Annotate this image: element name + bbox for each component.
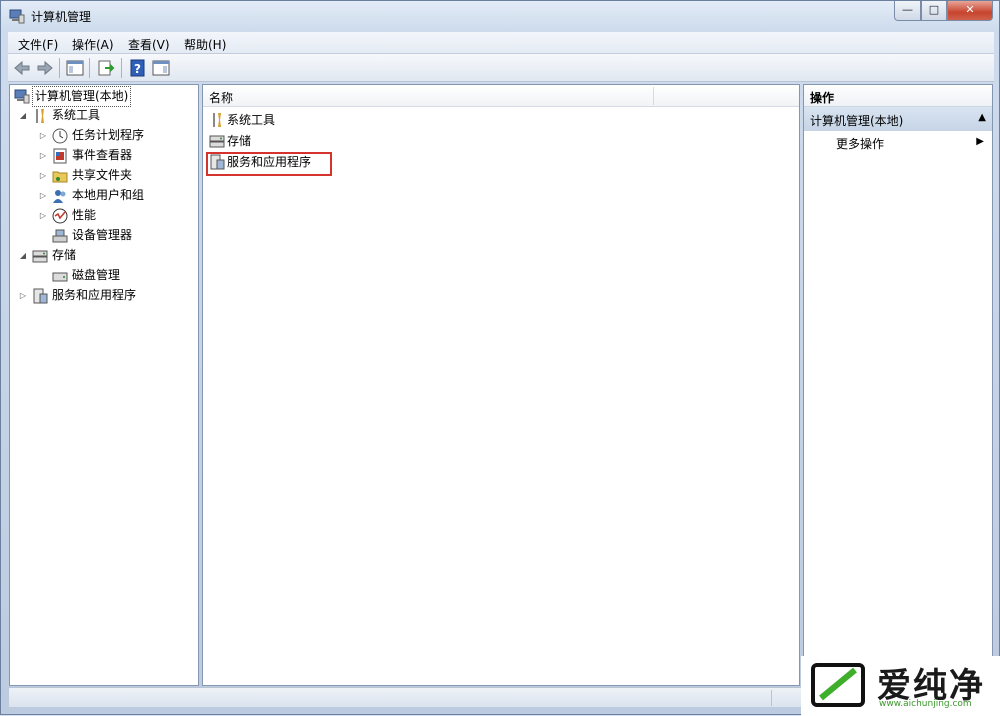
tree-node-task-scheduler[interactable]: ▷ 任务计划程序 bbox=[38, 126, 198, 145]
tree-label: 共享文件夹 bbox=[72, 168, 133, 182]
disk-icon bbox=[52, 272, 68, 282]
window-title: 计算机管理 bbox=[31, 10, 92, 24]
list-item[interactable]: 存储 bbox=[209, 131, 409, 151]
show-hide-tree-icon[interactable] bbox=[65, 58, 85, 78]
minimize-button[interactable]: — bbox=[894, 1, 921, 21]
watermark-url: www.aichunjing.com bbox=[879, 699, 972, 709]
toolbar-separator bbox=[89, 58, 90, 78]
computer-management-icon bbox=[14, 89, 30, 104]
tree-node-services-apps[interactable]: ▷ 服务和应用程序 bbox=[18, 286, 198, 305]
expand-triangle-icon[interactable]: ▷ bbox=[38, 166, 48, 185]
menu-action[interactable]: 操作(A) bbox=[72, 36, 114, 53]
menu-bar: 文件(F) 操作(A) 查看(V) 帮助(H) bbox=[8, 32, 994, 54]
watermark: 爱纯净 www.aichunjing.com bbox=[801, 656, 1000, 716]
expand-triangle-icon[interactable]: ▷ bbox=[38, 206, 48, 225]
toolbar-separator bbox=[121, 58, 122, 78]
users-icon bbox=[53, 190, 66, 203]
performance-icon bbox=[52, 208, 68, 224]
back-arrow-icon[interactable] bbox=[12, 58, 32, 78]
computer-management-icon bbox=[9, 9, 25, 24]
collapse-up-icon[interactable]: ▲ bbox=[978, 112, 986, 123]
tree-node-storage[interactable]: ◢ 存储 bbox=[18, 246, 198, 265]
expand-triangle-icon[interactable]: ▷ bbox=[38, 186, 48, 205]
menu-help[interactable]: 帮助(H) bbox=[184, 36, 226, 53]
list-item[interactable]: 系统工具 bbox=[209, 110, 409, 130]
storage-icon bbox=[209, 135, 225, 148]
tree-label: 存储 bbox=[52, 248, 77, 262]
storage-icon bbox=[32, 250, 48, 263]
tree-node-performance[interactable]: ▷ 性能 bbox=[38, 206, 198, 225]
tree-label: 事件查看器 bbox=[72, 148, 133, 162]
clock-icon bbox=[52, 128, 68, 144]
expand-triangle-icon[interactable]: ▷ bbox=[18, 286, 28, 305]
shared-folder-icon bbox=[52, 171, 68, 183]
event-log-icon bbox=[53, 148, 67, 164]
device-manager-icon bbox=[52, 229, 68, 243]
tree-node-system-tools[interactable]: ◢ 系统工具 bbox=[18, 106, 198, 125]
tree-node-disk-management[interactable]: 磁盘管理 bbox=[38, 266, 198, 285]
submenu-arrow-icon[interactable]: ▶ bbox=[976, 136, 984, 147]
tree-label: 本地用户和组 bbox=[72, 188, 145, 202]
tree-node-root[interactable]: 计算机管理(本地) bbox=[12, 86, 132, 107]
tree-label-root: 计算机管理(本地) bbox=[32, 86, 132, 107]
tree-label: 任务计划程序 bbox=[72, 128, 145, 142]
export-list-icon[interactable] bbox=[96, 58, 116, 78]
expand-triangle-icon[interactable]: ▷ bbox=[38, 146, 48, 165]
maximize-button[interactable]: □ bbox=[921, 1, 947, 21]
tree-node-event-viewer[interactable]: ▷ 事件查看器 bbox=[38, 146, 198, 165]
status-divider bbox=[771, 690, 772, 706]
title-bar[interactable]: 计算机管理 — □ ✕ bbox=[1, 1, 999, 31]
show-hide-action-pane-icon[interactable] bbox=[151, 58, 171, 78]
actions-header: 操作 bbox=[804, 85, 992, 107]
collapse-triangle-icon[interactable]: ◢ bbox=[18, 106, 28, 125]
console-tree: 计算机管理(本地) ◢ 系统工具 ▷ 任务计划程序 ▷ 事件查看器 ▷ 共享文件… bbox=[9, 84, 199, 686]
tree-node-shared-folders[interactable]: ▷ 共享文件夹 bbox=[38, 166, 198, 185]
toolbar: ? bbox=[8, 54, 994, 82]
services-icon bbox=[33, 288, 48, 304]
menu-view[interactable]: 查看(V) bbox=[128, 36, 170, 53]
highlight-box bbox=[206, 152, 332, 176]
collapse-triangle-icon[interactable]: ◢ bbox=[18, 246, 28, 265]
toolbar-separator bbox=[59, 58, 60, 78]
actions-group-header[interactable]: 计算机管理(本地) ▲ bbox=[804, 107, 992, 131]
tree-node-device-manager[interactable]: 设备管理器 bbox=[38, 226, 198, 245]
tree-label: 系统工具 bbox=[52, 108, 101, 122]
list-item-label: 系统工具 bbox=[227, 113, 276, 127]
expand-triangle-icon[interactable]: ▷ bbox=[38, 126, 48, 145]
close-button[interactable]: ✕ bbox=[947, 1, 993, 21]
tools-icon bbox=[213, 113, 221, 127]
column-header-name[interactable]: 名称 bbox=[203, 85, 799, 107]
computer-management-window: 计算机管理 — □ ✕ 文件(F) 操作(A) 查看(V) 帮助(H) ? 计算… bbox=[0, 0, 1000, 716]
svg-text:?: ? bbox=[134, 62, 141, 76]
tree-label: 服务和应用程序 bbox=[52, 288, 137, 302]
actions-pane: 操作 计算机管理(本地) ▲ 更多操作 ▶ bbox=[803, 84, 993, 686]
tree-node-local-users[interactable]: ▷ 本地用户和组 bbox=[38, 186, 198, 205]
help-icon[interactable]: ? bbox=[128, 58, 148, 78]
more-actions-item[interactable]: 更多操作 bbox=[836, 135, 884, 152]
list-item-label: 存储 bbox=[227, 134, 252, 148]
actions-group-label: 计算机管理(本地) bbox=[810, 114, 904, 128]
tree-label: 性能 bbox=[72, 208, 97, 222]
tree-label: 磁盘管理 bbox=[72, 268, 121, 282]
tree-label: 设备管理器 bbox=[72, 228, 133, 242]
column-divider[interactable] bbox=[653, 87, 654, 105]
tools-icon bbox=[36, 109, 44, 123]
forward-arrow-icon[interactable] bbox=[35, 58, 55, 78]
menu-file[interactable]: 文件(F) bbox=[18, 36, 58, 53]
column-header-label: 名称 bbox=[209, 91, 234, 105]
watermark-logo-icon bbox=[811, 663, 865, 707]
